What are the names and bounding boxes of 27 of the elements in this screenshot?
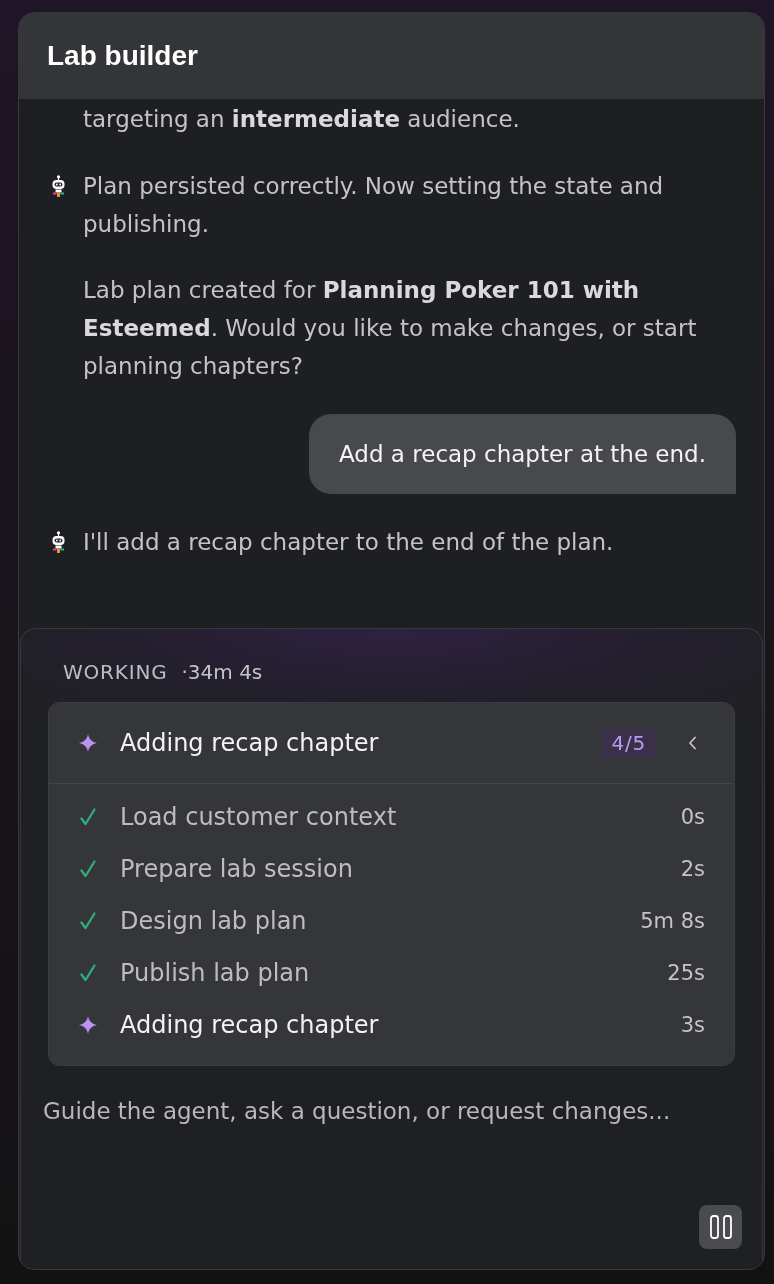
task-title: Adding recap chapter <box>120 728 379 759</box>
step-label: Load customer context <box>120 802 397 833</box>
step-duration: 3s <box>680 1012 705 1039</box>
sparkle-icon <box>79 734 97 752</box>
step-duration: 5m 8s <box>640 908 705 935</box>
robot-avatar-icon <box>50 175 67 197</box>
message-input-field[interactable]: Guide the agent, ask a question, or request changes... <box>43 1096 740 1192</box>
robot-avatar-icon <box>50 531 67 553</box>
progress-badge: 4/5 <box>602 728 655 758</box>
step-label: Publish lab plan <box>120 958 310 989</box>
status-label: WORKING <box>63 659 168 686</box>
message-text: targeting an intermediate audience. <box>83 105 521 134</box>
step-label: Prepare lab session <box>120 854 353 885</box>
elapsed-time: ·34m 4s <box>181 659 263 686</box>
pause-icon <box>709 1215 732 1239</box>
step-duration: 25s <box>667 960 705 987</box>
user-message: Add a recap chapter at the end. <box>309 414 736 494</box>
chevron-left-icon[interactable] <box>688 736 697 750</box>
panel-title: Lab builder <box>47 39 198 73</box>
message-text: Plan persisted correctly. Now setting the state and publishing. <box>83 172 665 239</box>
step-duration: 0s <box>680 804 705 831</box>
message-text: I'll add a recap chapter to the end of the plan. <box>83 528 615 557</box>
pause-button[interactable] <box>699 1205 742 1249</box>
message-text: Lab plan created for Planning Poker 101 with Esteemed. Would you like to make changes, or start planning chapters? <box>83 276 698 381</box>
step-label: Design lab plan <box>120 906 307 937</box>
step-duration: 2s <box>680 856 705 883</box>
step-label: Adding recap chapter <box>120 1010 379 1041</box>
